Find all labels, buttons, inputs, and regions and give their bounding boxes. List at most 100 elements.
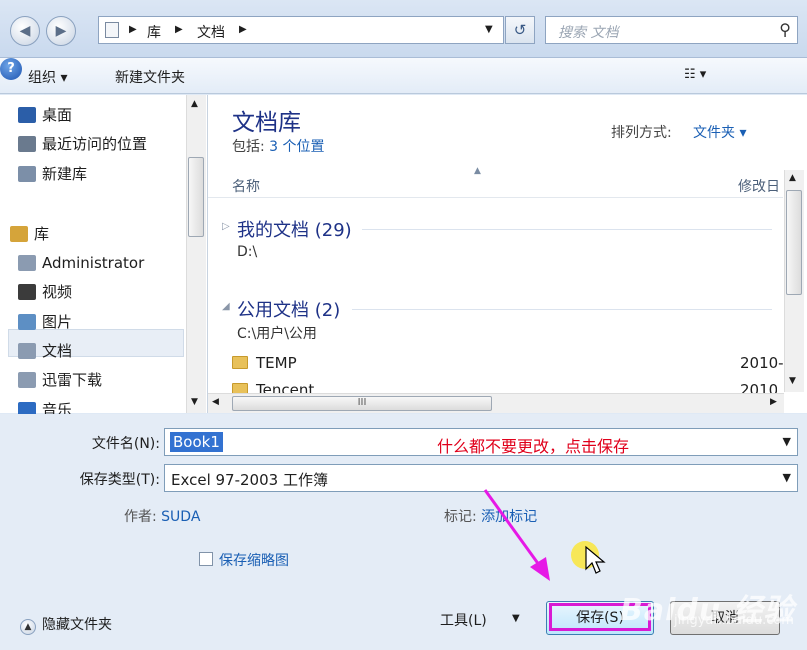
sort-ascending-icon: ▲ <box>474 166 481 176</box>
sidebar-item[interactable]: 桌面 <box>18 101 73 129</box>
filetype-label: 保存类型(T): <box>79 472 160 488</box>
folder-icon <box>232 383 248 393</box>
group-header-public-docs[interactable]: 公用文档 (2) <box>237 296 340 322</box>
includes-label: 包括: <box>232 139 265 155</box>
forward-arrow-icon: ▶ <box>55 23 67 39</box>
sidebar-item-label: 库 <box>34 225 50 243</box>
horizontal-scroll-thumb[interactable]: III <box>232 396 492 411</box>
sidebar-item[interactable]: 库 <box>10 220 50 248</box>
file-name: TEMP <box>256 354 297 372</box>
organize-menu[interactable]: 组织 ▾ <box>28 67 67 87</box>
sidebar-item[interactable]: 迅雷下载 <box>18 366 103 394</box>
chevron-right-icon[interactable]: ▶ <box>175 24 183 35</box>
tags-label: 标记: <box>444 509 477 525</box>
help-icon[interactable]: ? <box>0 58 22 80</box>
history-dropdown-icon[interactable]: ▼ <box>485 24 493 35</box>
sidebar-item-label: 图片 <box>42 313 73 331</box>
save-thumbnail-label[interactable]: 保存缩略图 <box>219 550 289 570</box>
baidu-watermark-url: jingyan.baidu.com <box>674 613 794 628</box>
nav-scroll-thumb[interactable] <box>188 157 204 237</box>
breadcrumb-documents[interactable]: 文档 <box>197 22 225 42</box>
refresh-button[interactable]: ↺ <box>505 16 535 44</box>
search-icon[interactable]: ⚲ <box>779 20 791 39</box>
sidebar-item-label: 新建库 <box>42 165 88 183</box>
search-input[interactable]: 搜索 文档 ⚲ <box>545 16 798 44</box>
sidebar-item[interactable]: 新建库 <box>18 160 88 188</box>
sidebar-item-label: 桌面 <box>42 106 73 124</box>
group-header-my-docs[interactable]: 我的文档 (29) <box>237 216 352 242</box>
filename-dropdown-icon[interactable]: ▼ <box>783 435 791 448</box>
back-button[interactable]: ◀ <box>10 16 40 46</box>
filetype-value: Excel 97-2003 工作簿 <box>171 471 328 489</box>
expand-triangle-icon[interactable]: ▷ <box>222 221 230 232</box>
sidebar-item-label: Administrator <box>42 254 145 272</box>
new-folder-button[interactable]: 新建文件夹 <box>115 67 185 87</box>
instruction-annotation: 什么都不要更改，点击保存 <box>437 437 630 456</box>
author-value[interactable]: SUDA <box>161 509 200 525</box>
nav-scrollbar[interactable]: ▲ ▼ <box>186 95 206 413</box>
column-header-row: 名称 ▲ 修改日 <box>208 166 783 198</box>
folder-icon <box>232 356 248 369</box>
sidebar-item[interactable]: 视频 <box>18 278 73 306</box>
breadcrumb-library[interactable]: 库 <box>147 22 161 42</box>
scroll-left-icon[interactable]: ◀ <box>212 397 219 407</box>
refresh-icon: ↺ <box>513 21 527 39</box>
pictures-icon <box>18 314 36 330</box>
file-name: Tencent <box>256 381 315 393</box>
sidebar-item[interactable]: 图片 <box>18 308 73 336</box>
forward-button[interactable]: ▶ <box>46 16 76 46</box>
search-placeholder: 搜索 文档 <box>558 25 619 41</box>
sidebar-item-label: 最近访问的位置 <box>42 135 148 153</box>
group-divider <box>362 229 772 230</box>
sidebar-item[interactable]: 文档 <box>18 337 73 365</box>
library-includes: 包括: 3 个位置 <box>232 136 325 156</box>
view-options-icon[interactable]: ☷ ▾ <box>684 67 706 82</box>
tools-dropdown-icon[interactable]: ▼ <box>512 613 520 624</box>
group-divider <box>352 309 772 310</box>
scroll-down-icon[interactable]: ▼ <box>789 376 796 386</box>
filename-input[interactable]: Book1 什么都不要更改，点击保存 ▼ <box>164 428 798 456</box>
library-title: 文档库 <box>232 110 301 136</box>
chevron-right-icon[interactable]: ▶ <box>239 24 247 35</box>
group-path: C:\用户\公用 <box>237 326 317 342</box>
sort-by-dropdown[interactable]: 文件夹 ▾ <box>693 122 746 142</box>
hide-folders-button[interactable]: ▲ 隐藏文件夹 <box>20 614 112 635</box>
doc-library-icon <box>18 255 36 271</box>
tools-menu-button[interactable]: 工具(L) <box>440 610 487 630</box>
collapse-up-icon: ▲ <box>20 619 36 635</box>
includes-locations-link[interactable]: 3 个位置 <box>269 139 324 155</box>
desktop-icon <box>18 107 36 123</box>
scroll-right-icon[interactable]: ▶ <box>770 397 777 407</box>
save-thumbnail-checkbox[interactable] <box>199 552 213 566</box>
group-path: D:\ <box>237 244 258 260</box>
page-icon <box>105 22 119 38</box>
column-name-header[interactable]: 名称 <box>232 176 260 196</box>
author-field: 作者: SUDA <box>124 506 200 526</box>
filetype-dropdown-icon[interactable]: ▼ <box>783 471 791 484</box>
file-list-scroll-thumb[interactable] <box>786 190 802 295</box>
chevron-right-icon[interactable]: ▶ <box>129 24 137 35</box>
file-date: 2010- <box>740 354 784 372</box>
file-row[interactable]: TEMP 2010- <box>232 354 784 372</box>
file-row[interactable]: Tencent 2010- <box>232 381 777 393</box>
sidebar-item[interactable]: 最近访问的位置 <box>18 130 148 158</box>
scroll-up-icon[interactable]: ▲ <box>191 99 198 109</box>
command-toolbar: 组织 ▾ 新建文件夹 ☷ ▾ ? <box>0 58 807 94</box>
scroll-up-icon[interactable]: ▲ <box>789 173 796 183</box>
sidebar-item-label: 迅雷下载 <box>42 371 103 389</box>
libraries-icon <box>10 226 28 242</box>
video-icon <box>18 284 36 300</box>
library-icon <box>18 166 36 182</box>
filename-label: 文件名(N): <box>91 436 160 452</box>
sidebar-item-label: 视频 <box>42 283 73 301</box>
hide-folders-label: 隐藏文件夹 <box>42 617 112 633</box>
sidebar-item[interactable]: Administrator <box>18 249 145 277</box>
collapse-triangle-icon[interactable]: ◢ <box>222 301 230 312</box>
scroll-down-icon[interactable]: ▼ <box>191 397 198 407</box>
address-input[interactable]: ▶ 库 ▶ 文档 ▶ ▼ <box>98 16 504 44</box>
recent-places-icon <box>18 136 36 152</box>
column-date-header[interactable]: 修改日 <box>738 176 780 196</box>
sidebar-item-label: 文档 <box>42 342 73 360</box>
mouse-pointer-icon <box>585 545 606 574</box>
sort-label: 排列方式: <box>611 125 672 141</box>
